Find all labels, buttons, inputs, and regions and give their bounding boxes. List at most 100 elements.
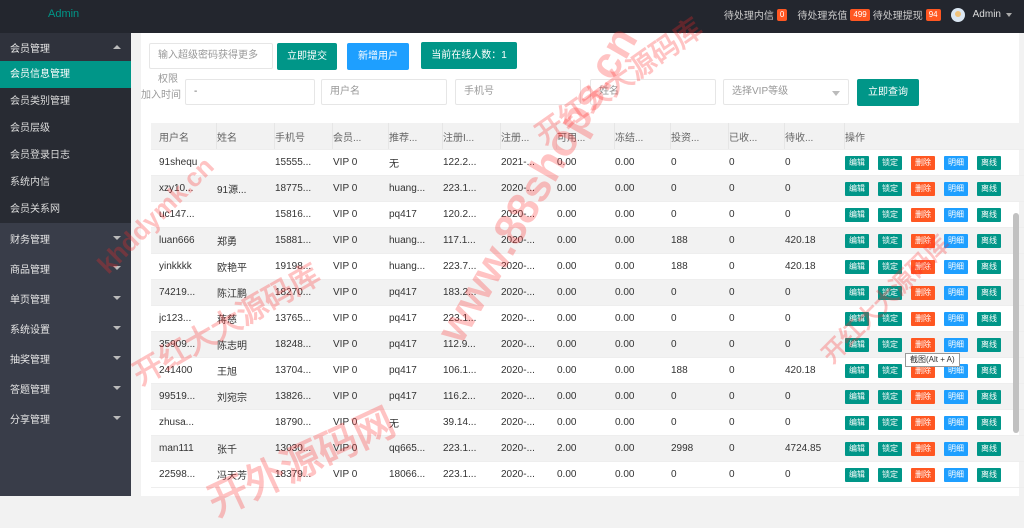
edit-button[interactable]: 编辑 bbox=[845, 389, 869, 404]
phone-input[interactable]: 手机号 bbox=[455, 79, 581, 105]
offline-button[interactable]: 离线 bbox=[977, 389, 1001, 404]
detail-button[interactable]: 明细 bbox=[944, 155, 968, 170]
offline-button[interactable]: 离线 bbox=[977, 233, 1001, 248]
pending-messages-link[interactable]: 待处理内信 0 bbox=[724, 7, 788, 22]
detail-button[interactable]: 明细 bbox=[944, 415, 968, 430]
delete-button[interactable]: 删除 bbox=[911, 181, 935, 196]
lock-button[interactable]: 锁定 bbox=[878, 467, 902, 482]
sidebar-group-goods[interactable]: 商品管理 bbox=[0, 253, 131, 283]
column-header[interactable]: 待收... bbox=[785, 123, 845, 149]
edit-button[interactable]: 编辑 bbox=[845, 363, 869, 378]
column-header[interactable]: 姓名 bbox=[217, 123, 275, 149]
detail-button[interactable]: 明细 bbox=[944, 233, 968, 248]
user-menu[interactable]: Admin bbox=[973, 9, 1012, 20]
sidebar-group-member[interactable]: 会员管理 bbox=[0, 33, 131, 61]
detail-button[interactable]: 明细 bbox=[944, 311, 968, 326]
lock-button[interactable]: 锁定 bbox=[878, 233, 902, 248]
edit-button[interactable]: 编辑 bbox=[845, 233, 869, 248]
offline-button[interactable]: 离线 bbox=[977, 285, 1001, 300]
sidebar-item-member-info[interactable]: 会员信息管理 bbox=[0, 61, 131, 88]
delete-button[interactable]: 删除 bbox=[911, 337, 935, 352]
lock-button[interactable]: 锁定 bbox=[878, 389, 902, 404]
sidebar-group-share[interactable]: 分享管理 bbox=[0, 403, 131, 433]
super-password-input[interactable]: 输入超级密码获得更多权限 bbox=[149, 43, 273, 85]
lock-button[interactable]: 锁定 bbox=[878, 155, 902, 170]
join-time-input[interactable]: - bbox=[185, 79, 315, 105]
edit-button[interactable]: 编辑 bbox=[845, 441, 869, 456]
sidebar-item-relation-network[interactable]: 会员关系网 bbox=[0, 196, 131, 223]
sidebar-group-pages[interactable]: 单页管理 bbox=[0, 283, 131, 313]
edit-button[interactable]: 编辑 bbox=[845, 155, 869, 170]
lock-button[interactable]: 锁定 bbox=[878, 259, 902, 274]
edit-button[interactable]: 编辑 bbox=[845, 285, 869, 300]
column-header[interactable]: 冻结... bbox=[615, 123, 671, 149]
delete-button[interactable]: 删除 bbox=[911, 207, 935, 222]
sidebar-item-system-message[interactable]: 系统内信 bbox=[0, 169, 131, 196]
delete-button[interactable]: 删除 bbox=[911, 441, 935, 456]
pending-recharge-link[interactable]: 待处理充值 499 bbox=[797, 7, 870, 22]
edit-button[interactable]: 编辑 bbox=[845, 311, 869, 326]
detail-button[interactable]: 明细 bbox=[944, 207, 968, 222]
sidebar-item-member-category[interactable]: 会员类别管理 bbox=[0, 88, 131, 115]
column-header[interactable]: 推荐... bbox=[389, 123, 443, 149]
column-header[interactable]: 投资... bbox=[671, 123, 729, 149]
offline-button[interactable]: 离线 bbox=[977, 155, 1001, 170]
lock-button[interactable]: 锁定 bbox=[878, 441, 902, 456]
column-header[interactable]: 会员... bbox=[333, 123, 389, 149]
offline-button[interactable]: 离线 bbox=[977, 311, 1001, 326]
lock-button[interactable]: 锁定 bbox=[878, 337, 902, 352]
delete-button[interactable]: 删除 bbox=[911, 389, 935, 404]
sidebar-group-finance[interactable]: 财务管理 bbox=[0, 223, 131, 253]
delete-button[interactable]: 删除 bbox=[911, 467, 935, 482]
offline-button[interactable]: 离线 bbox=[977, 363, 1001, 378]
detail-button[interactable]: 明细 bbox=[944, 441, 968, 456]
lock-button[interactable]: 锁定 bbox=[878, 285, 902, 300]
edit-button[interactable]: 编辑 bbox=[845, 337, 869, 352]
lock-button[interactable]: 锁定 bbox=[878, 181, 902, 196]
offline-button[interactable]: 离线 bbox=[977, 415, 1001, 430]
offline-button[interactable]: 离线 bbox=[977, 207, 1001, 222]
detail-button[interactable]: 明细 bbox=[944, 181, 968, 196]
sidebar-group-lottery[interactable]: 抽奖管理 bbox=[0, 343, 131, 373]
column-header[interactable]: 注册... bbox=[501, 123, 557, 149]
sidebar-group-settings[interactable]: 系统设置 bbox=[0, 313, 131, 343]
online-count-button[interactable]: 当前在线人数：1 bbox=[421, 42, 517, 69]
query-button[interactable]: 立即查询 bbox=[857, 79, 919, 106]
offline-button[interactable]: 离线 bbox=[977, 441, 1001, 456]
edit-button[interactable]: 编辑 bbox=[845, 467, 869, 482]
lock-button[interactable]: 锁定 bbox=[878, 363, 902, 378]
column-header[interactable]: 用户名 bbox=[159, 123, 217, 149]
delete-button[interactable]: 删除 bbox=[911, 155, 935, 170]
offline-button[interactable]: 离线 bbox=[977, 337, 1001, 352]
vip-level-select[interactable]: 选择VIP等级 bbox=[723, 79, 849, 105]
lock-button[interactable]: 锁定 bbox=[878, 415, 902, 430]
name-input[interactable]: 姓名 bbox=[590, 79, 716, 105]
edit-button[interactable]: 编辑 bbox=[845, 207, 869, 222]
column-header[interactable]: 已收... bbox=[729, 123, 785, 149]
edit-button[interactable]: 编辑 bbox=[845, 415, 869, 430]
sidebar-item-member-level[interactable]: 会员层级 bbox=[0, 115, 131, 142]
delete-button[interactable]: 删除 bbox=[911, 285, 935, 300]
scrollbar[interactable] bbox=[1013, 213, 1019, 433]
delete-button[interactable]: 删除 bbox=[911, 415, 935, 430]
submit-button[interactable]: 立即提交 bbox=[277, 43, 337, 70]
avatar[interactable] bbox=[950, 7, 965, 22]
detail-button[interactable]: 明细 bbox=[944, 337, 968, 352]
offline-button[interactable]: 离线 bbox=[977, 467, 1001, 482]
add-user-button[interactable]: 新增用户 bbox=[347, 43, 409, 70]
edit-button[interactable]: 编辑 bbox=[845, 259, 869, 274]
offline-button[interactable]: 离线 bbox=[977, 259, 1001, 274]
lock-button[interactable]: 锁定 bbox=[878, 311, 902, 326]
column-header[interactable]: 可用... bbox=[557, 123, 615, 149]
delete-button[interactable]: 删除 bbox=[911, 311, 935, 326]
delete-button[interactable]: 删除 bbox=[911, 233, 935, 248]
edit-button[interactable]: 编辑 bbox=[845, 181, 869, 196]
pending-withdraw-link[interactable]: 待处理提现 94 bbox=[873, 7, 941, 22]
sidebar-item-login-log[interactable]: 会员登录日志 bbox=[0, 142, 131, 169]
detail-button[interactable]: 明细 bbox=[944, 389, 968, 404]
sidebar-group-quiz[interactable]: 答题管理 bbox=[0, 373, 131, 403]
detail-button[interactable]: 明细 bbox=[944, 467, 968, 482]
lock-button[interactable]: 锁定 bbox=[878, 207, 902, 222]
column-header[interactable]: 手机号 bbox=[275, 123, 333, 149]
delete-button[interactable]: 删除 bbox=[911, 259, 935, 274]
